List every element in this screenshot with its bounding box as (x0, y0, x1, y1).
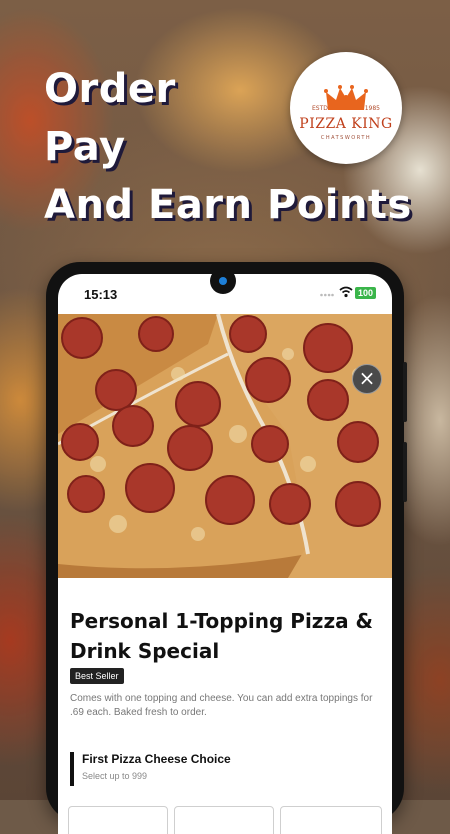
option-group-title: First Pizza Cheese Choice (82, 752, 231, 766)
close-icon: × (358, 366, 376, 390)
crown-icon (324, 85, 368, 110)
phone-side-button (403, 442, 407, 502)
logo-location: CHATSWORTH (320, 135, 372, 141)
product-description: Comes with one topping and cheese. You c… (70, 693, 373, 718)
best-seller-badge: Best Seller (70, 668, 124, 684)
close-button[interactable]: × (352, 364, 382, 394)
status-time: 15:13 (84, 287, 118, 302)
phone-side-button (403, 362, 407, 422)
pizza-hero-image: × (58, 314, 392, 578)
option-group-header: First Pizza Cheese Choice Select up to 9… (70, 752, 382, 786)
pepperoni-pizza-image (58, 314, 392, 578)
option-choice-card[interactable] (174, 806, 274, 834)
phone-mockup: 15:13 100 × Personal 1-Topping Pizza & D… (46, 262, 407, 834)
pizza-king-logo: ESTD 1985 PIZZA KING CHATSWORTH (290, 52, 402, 164)
option-choice-card[interactable] (68, 806, 168, 834)
logo-brand: PIZZA KING (299, 116, 393, 132)
wifi-icon (339, 286, 353, 298)
signal-icon (320, 293, 334, 297)
battery-indicator: 100 (355, 287, 377, 299)
option-group-subtitle: Select up to 999 (82, 771, 148, 781)
headline-line-3: And Earn Points (44, 182, 412, 228)
camera-notch (210, 274, 236, 294)
logo-estd: ESTD (312, 105, 328, 112)
option-choice-card[interactable] (280, 806, 382, 834)
logo-year: 1985 (364, 105, 380, 112)
status-bar: 15:13 100 (58, 274, 392, 314)
product-title: Personal 1-Topping Pizza & Drink Special (70, 609, 373, 663)
phone-screen: 15:13 100 × Personal 1-Topping Pizza & D… (58, 274, 392, 834)
